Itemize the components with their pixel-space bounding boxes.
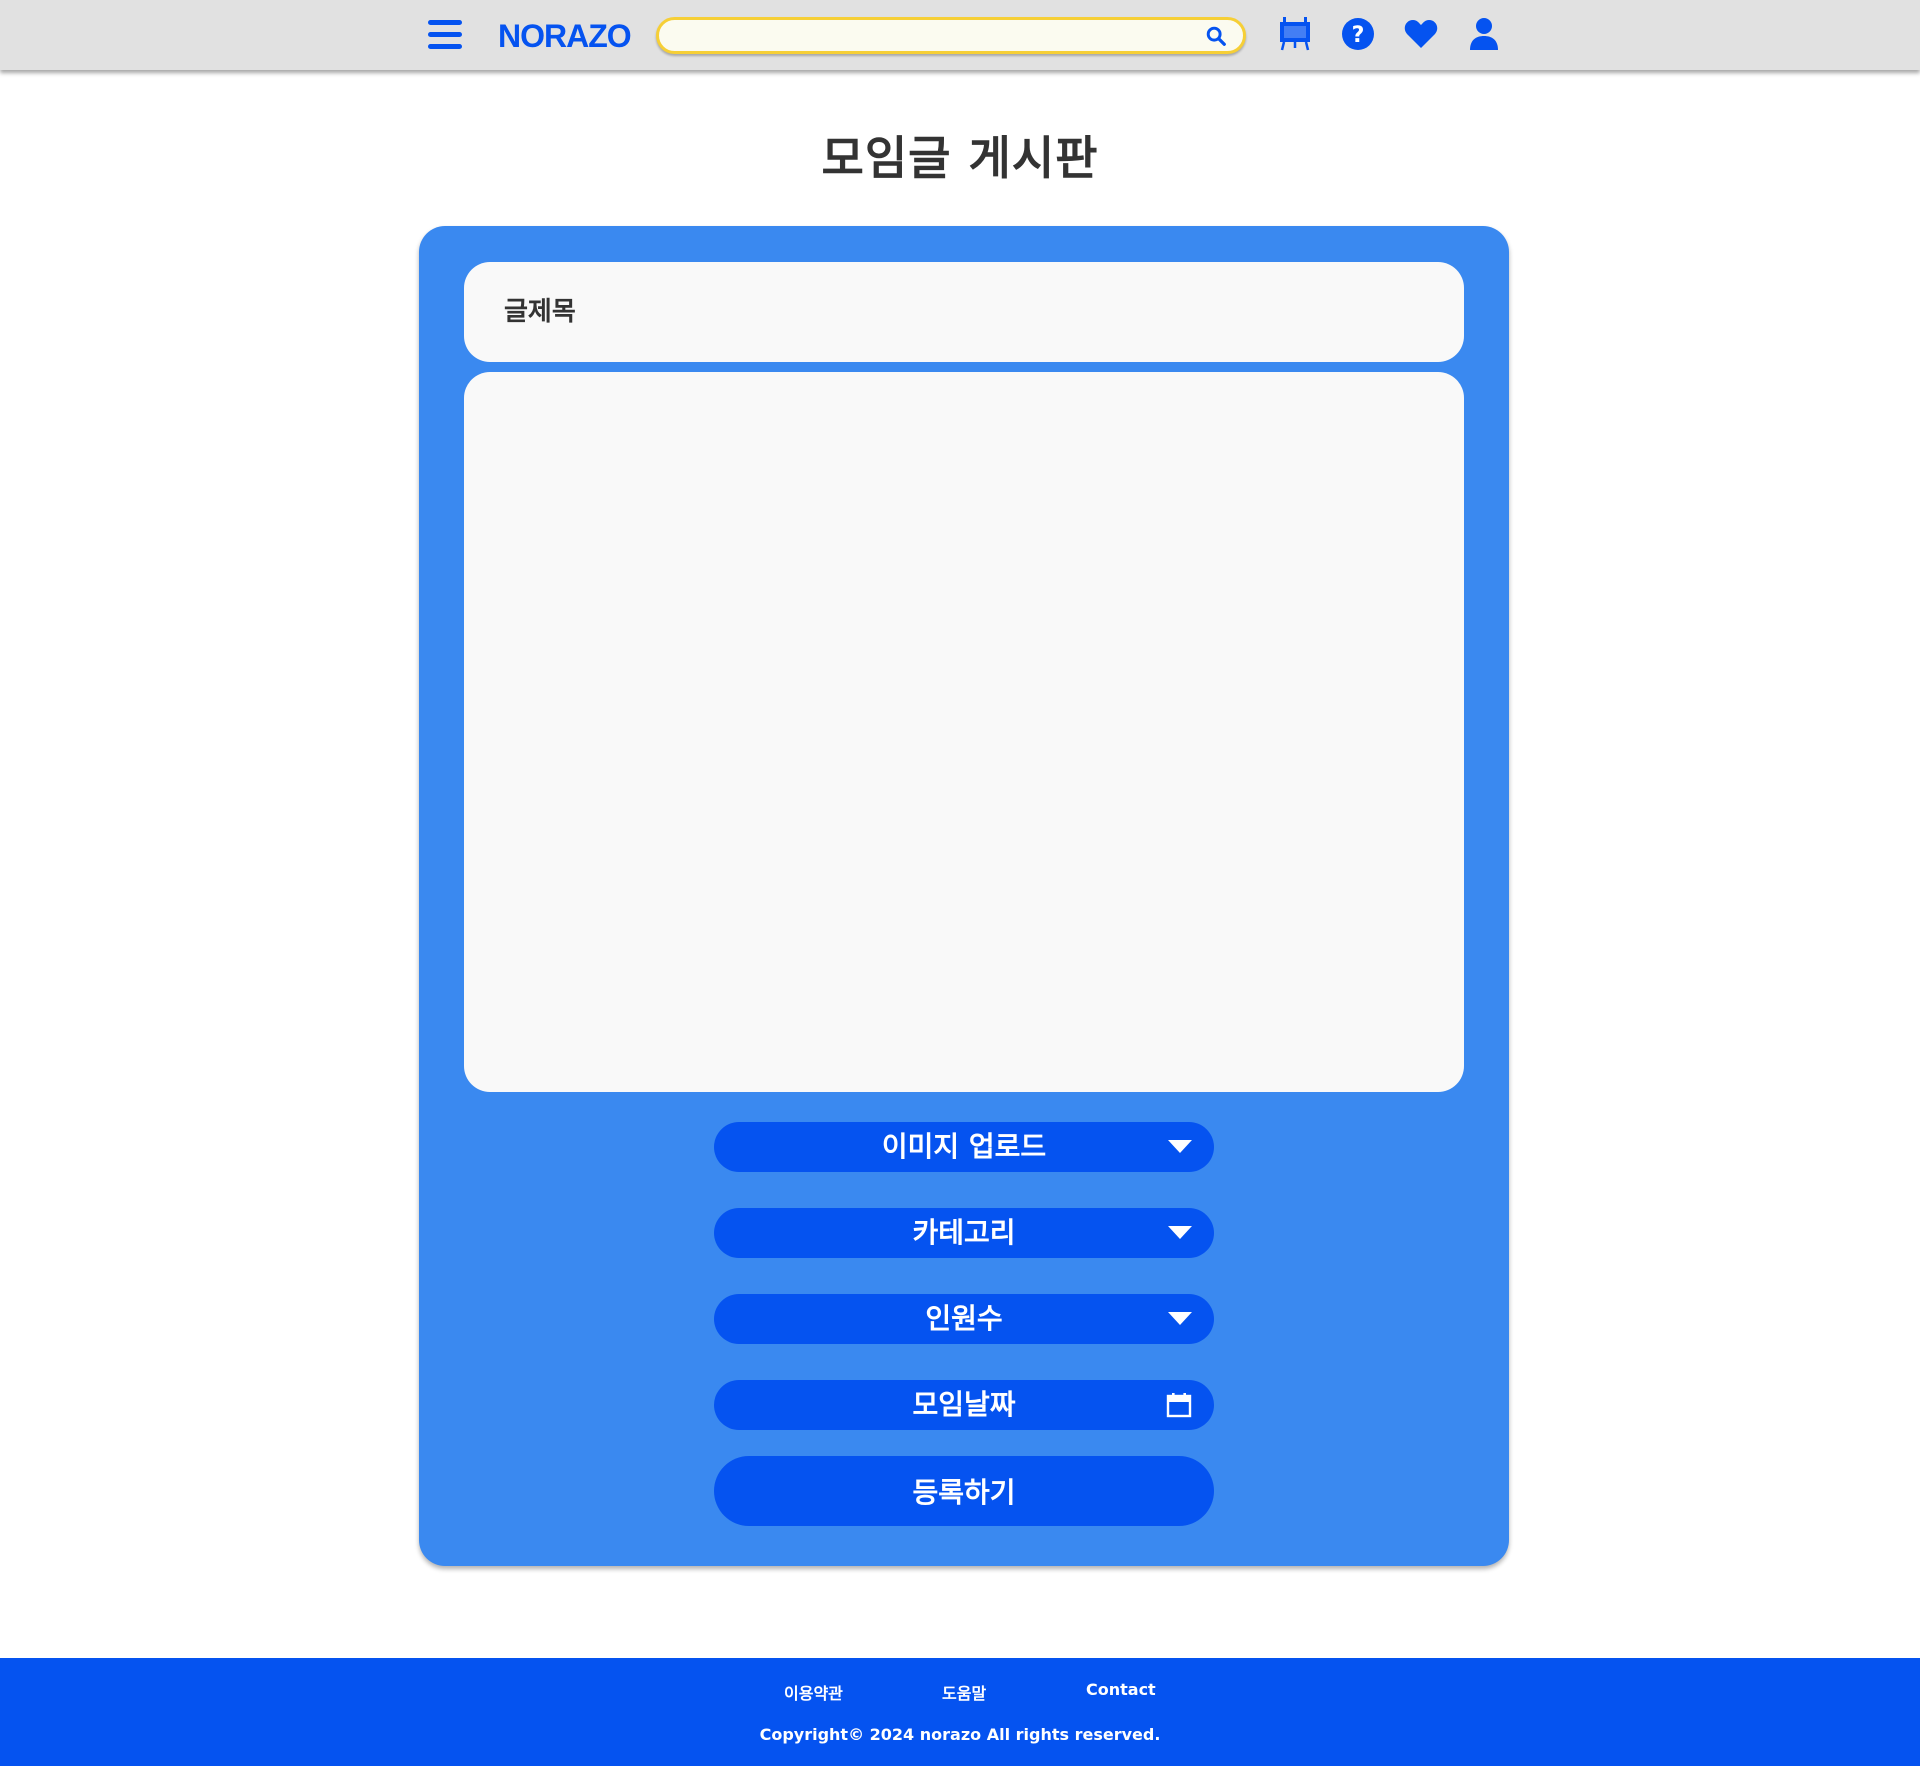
user-icon[interactable] [1466, 16, 1502, 52]
chevron-down-icon [1168, 1312, 1192, 1325]
category-dropdown[interactable]: 카테고리 [714, 1208, 1214, 1258]
chevron-down-icon [1168, 1226, 1192, 1239]
heart-icon[interactable] [1403, 16, 1439, 52]
menu-icon[interactable] [428, 20, 462, 50]
site-logo[interactable]: NORAZO [498, 16, 632, 56]
submit-button[interactable]: 등록하기 [714, 1456, 1214, 1526]
calendar-icon[interactable] [1166, 1392, 1192, 1418]
post-content-textarea[interactable] [464, 372, 1464, 1092]
image-upload-dropdown[interactable]: 이미지 업로드 [714, 1122, 1214, 1172]
top-header: NORAZO ? [0, 0, 1920, 70]
search-input[interactable] [675, 20, 1185, 51]
image-upload-label: 이미지 업로드 [881, 1130, 1047, 1163]
search-icon[interactable] [1205, 25, 1227, 47]
board-icon[interactable] [1277, 16, 1313, 52]
page-title: 모임글 게시판 [821, 131, 1099, 185]
copyright-text: Copyright© 2024 norazo All rights reserv… [759, 1725, 1161, 1744]
member-count-label: 인원수 [925, 1302, 1003, 1335]
meeting-date-label: 모임날짜 [912, 1388, 1016, 1421]
footer-link-terms[interactable]: 이용약관 [784, 1680, 843, 1704]
meeting-date-picker[interactable]: 모임날짜 [714, 1380, 1214, 1430]
post-title-input[interactable] [464, 262, 1464, 362]
footer-link-contact[interactable]: Contact [1086, 1680, 1156, 1699]
member-count-dropdown[interactable]: 인원수 [714, 1294, 1214, 1344]
help-icon[interactable]: ? [1340, 16, 1376, 52]
post-form-card: 이미지 업로드 카테고리 인원수 모임날짜 등록하기 [419, 226, 1509, 1566]
search-bar [656, 17, 1246, 54]
category-label: 카테고리 [912, 1216, 1016, 1249]
site-footer: 이용약관 도움말 Contact Copyright© 2024 norazo … [0, 1658, 1920, 1766]
footer-link-help[interactable]: 도움말 [942, 1680, 986, 1704]
svg-text:?: ? [1352, 23, 1365, 48]
chevron-down-icon [1168, 1140, 1192, 1153]
